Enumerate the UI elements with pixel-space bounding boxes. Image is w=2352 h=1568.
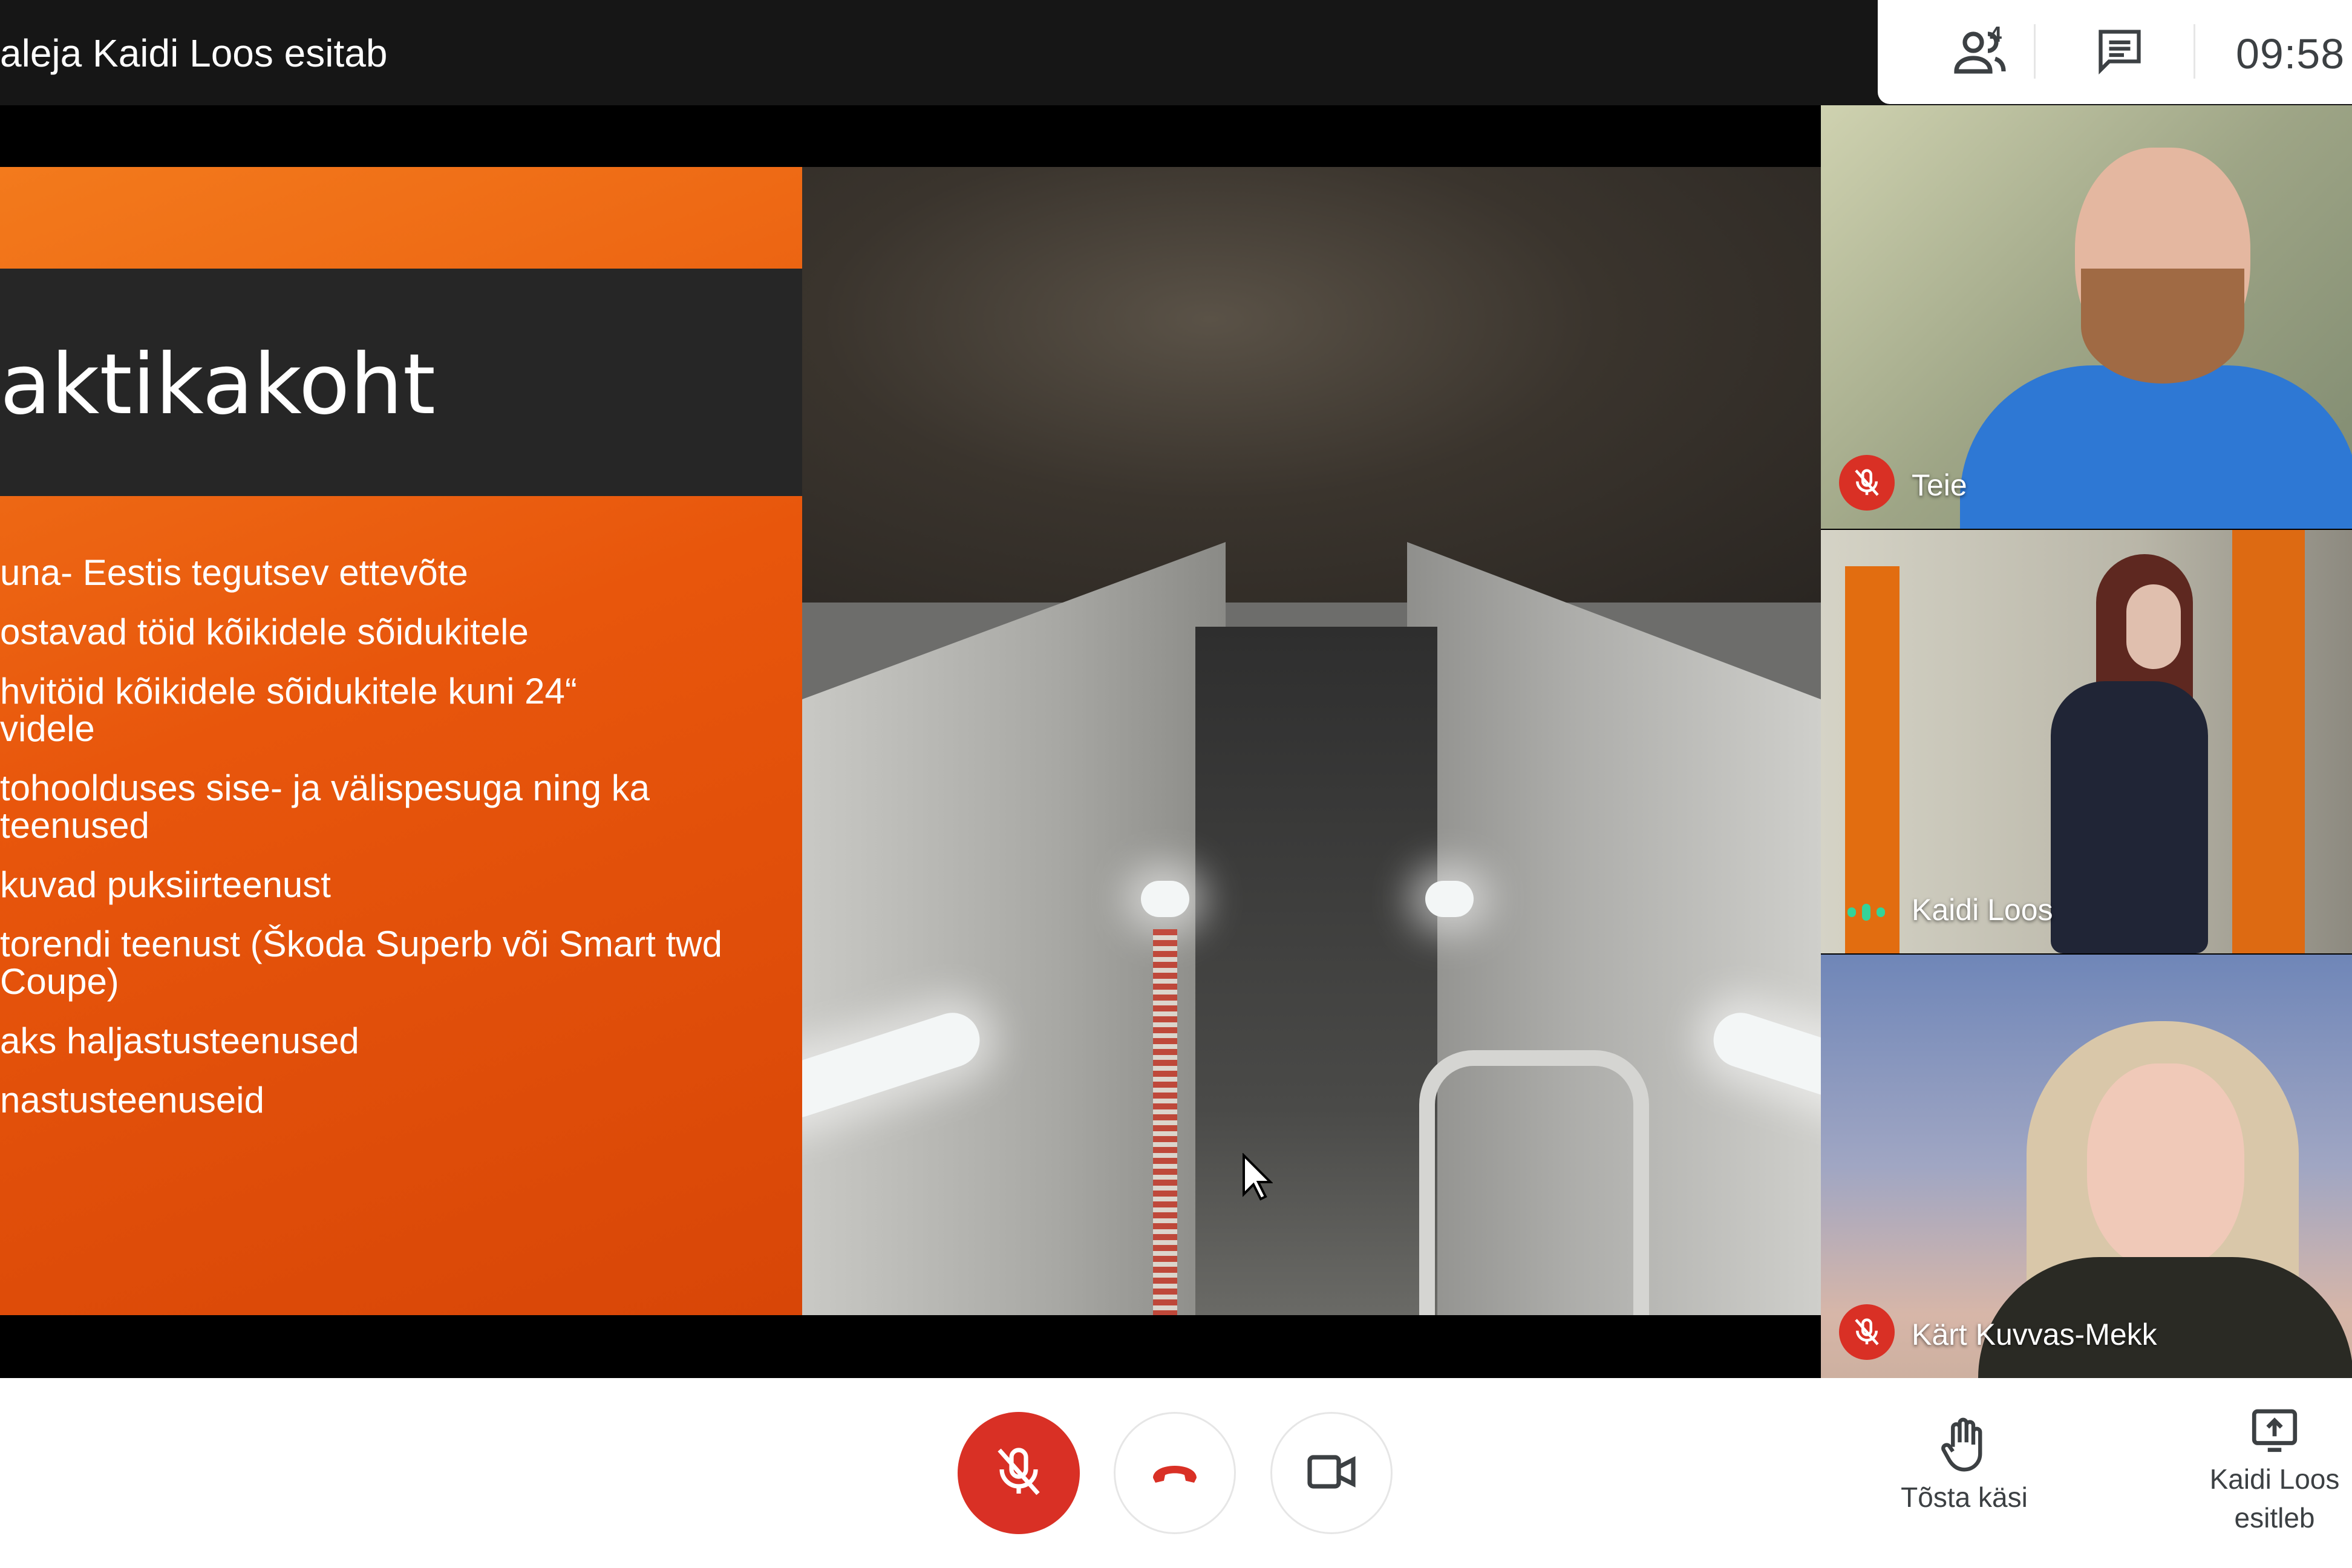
hang-up-icon xyxy=(1146,1443,1204,1504)
chat-button[interactable] xyxy=(2077,0,2162,104)
participant-tile[interactable]: Kärt Kuvvas-Mekk xyxy=(1821,955,2352,1378)
slide-bullet: una- Eestis tegutsev ettevõte xyxy=(0,552,468,593)
speaking-indicator-icon xyxy=(1847,904,1885,921)
participant-name: Kärt Kuvvas-Mekk xyxy=(1912,1318,2157,1351)
pit-lamp xyxy=(1141,881,1189,917)
slide-bullet: torendi teenust (Škoda Superb või Smart … xyxy=(0,924,722,1002)
presentation-slide: aktikakoht una- Eestis tegutsev ettevõte… xyxy=(0,167,1821,1315)
participant-video xyxy=(2087,1063,2244,1269)
microphone-toggle-button[interactable] xyxy=(958,1412,1080,1534)
slide-bullet: kuvad puksiirteenust xyxy=(0,864,331,905)
camera-toggle-button[interactable] xyxy=(1270,1412,1393,1534)
car-underbody xyxy=(802,167,1821,603)
slide-bullet: hvitöid kõikidele sõidukitele kuni 24“ v… xyxy=(0,671,577,749)
participant-video xyxy=(2081,269,2244,384)
pit-floor xyxy=(1195,627,1437,1315)
slide-photo-garage-pit xyxy=(802,167,1821,1315)
people-button[interactable]: 4 xyxy=(1944,0,2017,104)
separator xyxy=(2194,24,2195,79)
raise-hand-label: Tõsta käsi xyxy=(1901,1481,2028,1513)
ladder-rail xyxy=(1419,1050,1649,1315)
people-icon: 4 xyxy=(1952,22,2010,76)
participant-video xyxy=(1960,365,2352,529)
participant-video xyxy=(2051,681,2208,953)
presentation-stage: aktikakoht una- Eestis tegutsev ettevõte… xyxy=(0,105,1821,1378)
clock: 09:58 xyxy=(2236,30,2345,77)
participant-tile[interactable]: Teie xyxy=(1821,105,2352,529)
present-screen-icon xyxy=(2247,1402,2302,1460)
participant-tile[interactable]: Kaidi Loos xyxy=(1821,530,2352,953)
mic-off-icon xyxy=(1839,455,1895,511)
hand-icon xyxy=(1937,1414,1991,1478)
participant-name: Kaidi Loos xyxy=(1912,893,2053,927)
separator xyxy=(2034,24,2036,79)
presenter-title: aleja Kaidi Loos esitab xyxy=(0,31,388,75)
participant-video xyxy=(1845,566,1900,953)
chat-icon xyxy=(2094,25,2145,79)
presenting-button[interactable]: Kaidi Loos esitleb xyxy=(2190,1402,2352,1537)
participant-name: Teie xyxy=(1912,468,1967,502)
slide-bullet: tohoolduses sise- ja välispesuga ning ka… xyxy=(0,768,650,846)
air-hose xyxy=(1153,929,1177,1315)
slide-bullet: aks haljastusteenused xyxy=(0,1021,359,1061)
video-camera-icon xyxy=(1302,1443,1361,1504)
pit-lamp xyxy=(1425,881,1474,917)
slide-bullet-list: una- Eestis tegutsev ettevõte ostavad tö… xyxy=(0,554,786,1141)
mic-off-icon xyxy=(1839,1304,1895,1360)
mouse-cursor-icon xyxy=(1241,1152,1273,1204)
participant-video xyxy=(2126,584,2181,669)
slide-title: aktikakoht xyxy=(0,336,436,433)
slide-bullet: ostavad töid kõikidele sõidukitele xyxy=(0,612,529,652)
participant-video xyxy=(2232,530,2305,953)
slide-bullet: nastusteenuseid xyxy=(0,1080,264,1120)
mic-off-icon xyxy=(990,1443,1048,1504)
presenting-label: esitleb xyxy=(2234,1502,2315,1534)
raise-hand-button[interactable]: Tõsta käsi xyxy=(1883,1414,2046,1517)
participant-count: 4 xyxy=(1990,22,2002,47)
leave-call-button[interactable] xyxy=(1114,1412,1236,1534)
presenting-label: Kaidi Loos xyxy=(2209,1463,2340,1495)
